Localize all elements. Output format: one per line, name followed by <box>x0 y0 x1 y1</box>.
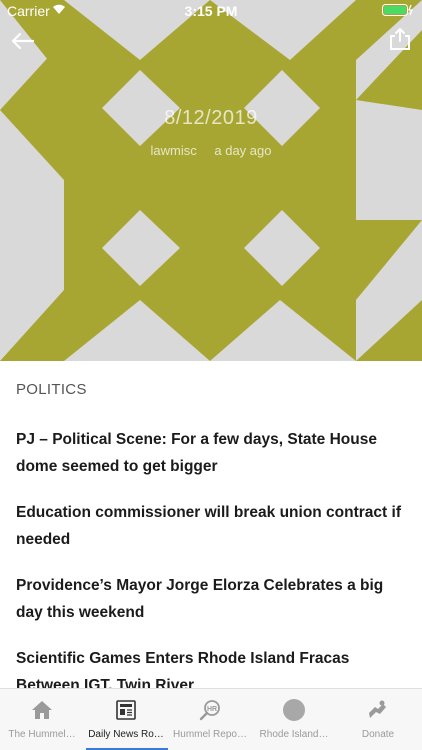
section-title: POLITICS <box>16 381 87 398</box>
article-list: PJ – Political Scene: For a few days, St… <box>0 420 422 712</box>
newspaper-icon <box>116 700 136 720</box>
tab-label: Daily News Ro… <box>88 729 164 740</box>
tab-donate[interactable]: Donate <box>336 689 420 750</box>
status-time: 3:15 PM <box>184 3 238 19</box>
post-meta: lawmisc a day ago <box>0 143 422 158</box>
home-icon <box>32 701 52 719</box>
battery-icon <box>382 4 413 16</box>
tab-the-hummel[interactable]: The Hummel… <box>0 689 84 750</box>
circle-icon <box>283 699 305 721</box>
article-link[interactable]: PJ – Political Scene: For a few days, St… <box>0 420 422 493</box>
post-time-ago: a day ago <box>214 143 272 158</box>
tab-label: Donate <box>361 729 395 740</box>
article-link[interactable]: Providence’s Mayor Jorge Elorza Celebrat… <box>0 566 422 639</box>
tab-label: Hummel Repo… <box>173 729 247 740</box>
article-link[interactable]: Education commissioner will break union … <box>0 493 422 566</box>
hero-banner: Carrier 3:15 PM 8/12/2019 lawmisc a day … <box>0 0 422 361</box>
status-bar: Carrier 3:15 PM <box>0 0 422 22</box>
share-icon[interactable] <box>388 26 412 52</box>
tab-bar: The Hummel… Daily News Ro… HR Hummel Rep… <box>0 688 422 750</box>
tab-daily-news[interactable]: Daily News Ro… <box>84 689 168 750</box>
hr-search-icon: HR <box>199 700 220 721</box>
tab-hummel-report[interactable]: HR Hummel Repo… <box>168 689 252 750</box>
tab-rhode-island[interactable]: Rhode Island… <box>252 689 336 750</box>
back-arrow-icon[interactable] <box>10 28 36 54</box>
hero-pattern-image <box>0 0 422 361</box>
donate-icon <box>369 700 386 718</box>
svg-text:HR: HR <box>207 706 217 713</box>
post-date: 8/12/2019 <box>164 107 258 129</box>
tab-label: Rhode Island… <box>259 729 329 740</box>
post-author[interactable]: lawmisc <box>151 143 197 158</box>
tab-label: The Hummel… <box>8 729 76 740</box>
